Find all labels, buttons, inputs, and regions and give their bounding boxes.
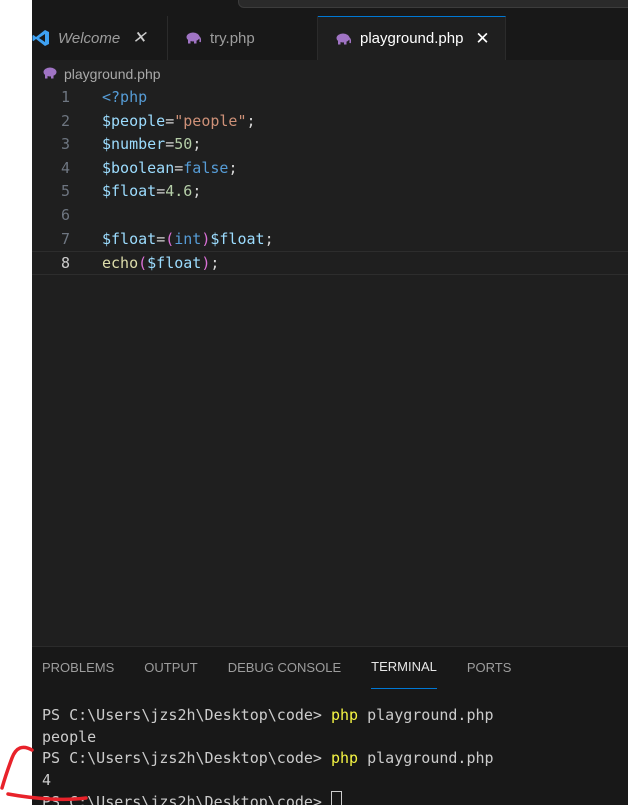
code-token: ; xyxy=(210,254,220,273)
terminal-line: PS C:\Users\jzs2h\Desktop\code> php play… xyxy=(42,748,494,770)
code-line[interactable]: 2 $people="people"; xyxy=(32,110,628,134)
code-line[interactable]: 4 $boolean=false; xyxy=(32,157,628,181)
tab-label: Welcome xyxy=(58,29,121,47)
php-elephant-icon xyxy=(184,29,202,47)
terminal-output-text: 4 xyxy=(42,770,52,789)
line-number: 7 xyxy=(60,229,70,248)
code-line[interactable]: 8 echo($float); xyxy=(32,251,628,275)
code-token: ; xyxy=(192,135,202,154)
code-text: $number=50; xyxy=(102,133,201,157)
code-token: $boolean xyxy=(102,158,175,177)
terminal-line: PS C:\Users\jzs2h\Desktop\code> php play… xyxy=(42,705,494,727)
code-line[interactable]: 1 <?php xyxy=(32,86,628,110)
tab-playground-php[interactable]: playground.php ✕ xyxy=(318,16,506,60)
terminal-line: 4 xyxy=(42,770,494,792)
tab-terminal[interactable]: TERMINAL xyxy=(371,647,437,689)
terminal-prompt: PS C:\Users\jzs2h\Desktop\code> xyxy=(42,749,331,767)
terminal-command: php xyxy=(330,706,359,724)
line-number: 6 xyxy=(60,205,70,224)
close-icon[interactable]: ✕ xyxy=(475,29,489,49)
terminal-command: php xyxy=(330,749,359,767)
php-elephant-icon xyxy=(42,66,58,82)
code-text: $float=(int)$float; xyxy=(102,228,274,252)
terminal-line: people xyxy=(42,727,494,749)
vscode-logo-icon xyxy=(32,29,50,47)
code-editor[interactable]: 1 <?php 2 $people="people"; 3 $number=50; 4 $bo… xyxy=(32,86,628,646)
title-bar xyxy=(32,0,628,16)
line-number: 3 xyxy=(60,135,70,154)
code-line[interactable]: 6 xyxy=(32,204,628,228)
command-center[interactable] xyxy=(238,0,628,8)
terminal-line: PS C:\Users\jzs2h\Desktop\code> xyxy=(42,791,494,805)
terminal-args: playground.php xyxy=(358,706,494,724)
tab-try-php[interactable]: try.php xyxy=(168,16,318,60)
code-line[interactable]: 3 $number=50; xyxy=(32,133,628,157)
line-number: 5 xyxy=(60,182,70,201)
bottom-panel: PROBLEMS OUTPUT DEBUG CONSOLE TERMINAL P… xyxy=(32,646,628,805)
code-token: int xyxy=(174,229,202,248)
code-token: $float xyxy=(102,182,157,201)
tab-debug-console[interactable]: DEBUG CONSOLE xyxy=(228,647,341,689)
line-number: 4 xyxy=(60,158,70,177)
tab-label: playground.php xyxy=(360,30,464,47)
code-token: ; xyxy=(264,229,274,248)
code-token: ( xyxy=(138,254,148,273)
code-line[interactable]: 5 $float=4.6; xyxy=(32,180,628,204)
code-token: ; xyxy=(192,182,202,201)
code-text: $float=4.6; xyxy=(102,180,201,204)
close-icon[interactable]: ✕ xyxy=(132,28,146,48)
code-token: 4.6 xyxy=(165,182,193,201)
panel-tab-bar: PROBLEMS OUTPUT DEBUG CONSOLE TERMINAL P… xyxy=(32,647,628,689)
terminal-cursor[interactable] xyxy=(330,791,342,805)
tab-ports[interactable]: PORTS xyxy=(467,647,512,689)
line-number: 1 xyxy=(60,88,70,106)
code-text: $boolean=false; xyxy=(102,157,237,181)
code-token: $people xyxy=(102,111,166,130)
line-number: 8 xyxy=(60,254,70,273)
terminal-output-text: people xyxy=(42,727,97,746)
code-token: = xyxy=(165,111,175,130)
code-token: = xyxy=(156,182,166,201)
tab-welcome[interactable]: Welcome ✕ xyxy=(32,16,168,60)
tab-output[interactable]: OUTPUT xyxy=(144,647,197,689)
terminal-prompt: PS C:\Users\jzs2h\Desktop\code> xyxy=(42,706,331,724)
terminal-prompt: PS C:\Users\jzs2h\Desktop\code> xyxy=(42,793,331,805)
code-token: $float xyxy=(147,254,202,273)
code-token: = xyxy=(174,158,184,177)
code-token: "people" xyxy=(174,111,247,130)
tab-label: try.php xyxy=(210,29,255,47)
code-text: $people="people"; xyxy=(102,110,256,134)
code-text: <?php xyxy=(102,86,147,110)
breadcrumb-file[interactable]: playground.php xyxy=(64,66,161,82)
php-elephant-icon xyxy=(334,30,352,48)
code-token: 50 xyxy=(174,135,193,154)
code-token: echo xyxy=(102,254,139,273)
code-token: ; xyxy=(246,111,256,130)
code-token: $float xyxy=(102,229,157,248)
editor-tab-bar: Welcome ✕ try.php playground.php ✕ xyxy=(32,16,628,60)
code-text: echo($float); xyxy=(102,252,219,276)
code-token: $float xyxy=(210,229,265,248)
tab-problems[interactable]: PROBLEMS xyxy=(42,647,114,689)
terminal-args: playground.php xyxy=(358,749,494,767)
code-token: false xyxy=(183,158,229,177)
code-token: = xyxy=(156,229,166,248)
code-token: = xyxy=(165,135,175,154)
code-token: ( xyxy=(165,229,175,248)
breadcrumb[interactable]: playground.php xyxy=(32,60,628,88)
terminal-output[interactable]: PS C:\Users\jzs2h\Desktop\code> php play… xyxy=(42,705,494,805)
code-token: $number xyxy=(102,135,166,154)
code-token: ; xyxy=(228,158,238,177)
code-line[interactable]: 7 $float=(int)$float; xyxy=(32,228,628,252)
code-token: <?php xyxy=(102,88,148,106)
vscode-window: Welcome ✕ try.php playground.php ✕ playg… xyxy=(32,0,628,805)
line-number: 2 xyxy=(60,111,70,130)
